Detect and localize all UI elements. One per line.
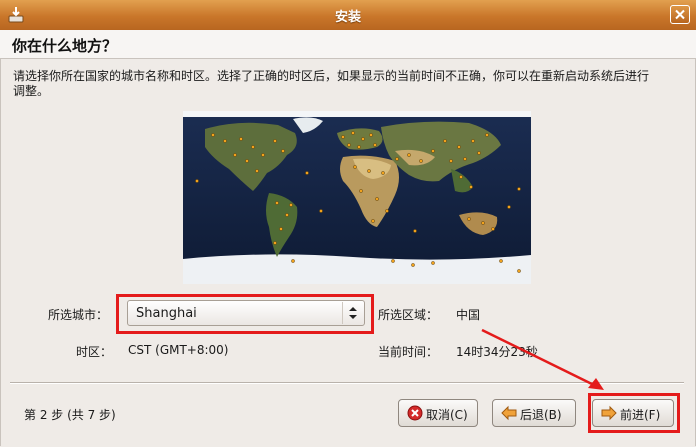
city-highlight-box (116, 294, 374, 334)
cancel-icon (407, 405, 423, 421)
page-title: 你在什么地方？ (12, 37, 118, 55)
city-label: 所选城市： (48, 308, 109, 322)
instructions-text: 请选择你所在国家的城市名称和时区。选择了正确的时区后，如果显示的当前时间不正确，… (13, 69, 650, 98)
step-indicator: 第 2 步 (共 7 步) (24, 408, 116, 422)
separator (10, 382, 684, 384)
close-button[interactable] (670, 5, 690, 24)
world-map[interactable] (183, 111, 531, 284)
current-time-value: 14时34分23秒 (456, 345, 538, 359)
current-time-label: 当前时间： (378, 345, 439, 359)
back-button-label: 后退(B) (520, 408, 562, 422)
timezone-label: 时区： (76, 345, 113, 359)
cancel-button-label: 取消(C) (426, 408, 468, 422)
timezone-value: CST (GMT+8:00) (128, 343, 229, 357)
page-header: 你在什么地方？ (0, 30, 696, 59)
region-label: 所选区域： (378, 308, 439, 322)
cancel-button[interactable]: 取消(C) (398, 399, 478, 427)
back-button[interactable]: 后退(B) (492, 399, 576, 427)
back-arrow-icon (501, 405, 517, 421)
region-value: 中国 (456, 308, 481, 322)
forward-highlight-box (588, 393, 680, 433)
close-icon (675, 9, 685, 20)
window-title: 安装 (334, 10, 361, 25)
title-bar: 安装 (0, 0, 696, 31)
